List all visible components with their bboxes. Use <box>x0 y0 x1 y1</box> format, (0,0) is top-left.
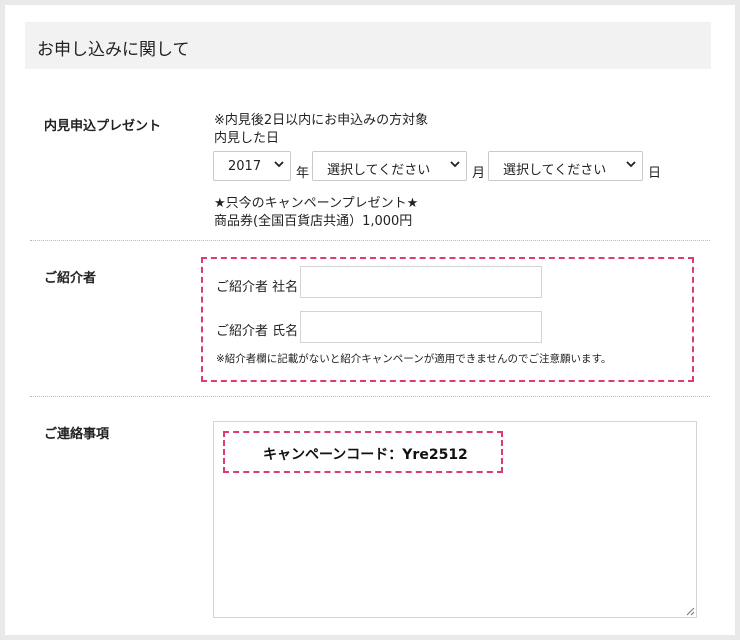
referrer-name-input[interactable] <box>300 311 542 343</box>
contact-label: ご連絡事項 <box>44 427 110 442</box>
divider <box>30 396 710 397</box>
visit-date-label: 内見した日 <box>214 131 280 146</box>
campaign-code-box: キャンペーンコード：Yre2512 <box>223 431 503 473</box>
section-title: お申し込みに関して <box>37 40 190 60</box>
referrer-name-label: ご紹介者 氏名 <box>216 324 299 339</box>
campaign-title: ★只今のキャンペーンプレゼント★ <box>214 196 419 211</box>
year-select-value: 2017 <box>228 159 262 174</box>
referrer-company-label: ご紹介者 社名 <box>216 280 299 295</box>
chevron-down-icon <box>626 161 636 168</box>
year-unit: 年 <box>296 166 310 181</box>
day-select-value: 選択してください <box>503 163 607 178</box>
month-select-value: 選択してください <box>327 163 431 178</box>
referrer-label: ご紹介者 <box>44 271 97 286</box>
month-unit: 月 <box>472 166 486 181</box>
chevron-down-icon <box>274 161 284 168</box>
year-select[interactable]: 2017 <box>213 151 291 181</box>
month-select[interactable]: 選択してください <box>312 151 467 181</box>
campaign-code-text: キャンペーンコード：Yre2512 <box>263 447 468 463</box>
present-label: 内見申込プレゼント <box>44 119 162 134</box>
day-unit: 日 <box>648 166 662 181</box>
campaign-detail: 商品券(全国百貨店共通）1,000円 <box>214 214 413 229</box>
referrer-company-input[interactable] <box>300 266 542 298</box>
day-select[interactable]: 選択してください <box>488 151 643 181</box>
resize-grip-icon[interactable] <box>685 606 695 616</box>
divider <box>30 240 710 241</box>
present-note: ※内見後2日以内にお申込みの方対象 <box>214 113 429 128</box>
referrer-warning: ※紹介者欄に記載がないと紹介キャンペーンが適用できませんのでご注意願います。 <box>216 353 612 365</box>
section-header: お申し込みに関して <box>25 22 711 69</box>
chevron-down-icon <box>450 161 460 168</box>
